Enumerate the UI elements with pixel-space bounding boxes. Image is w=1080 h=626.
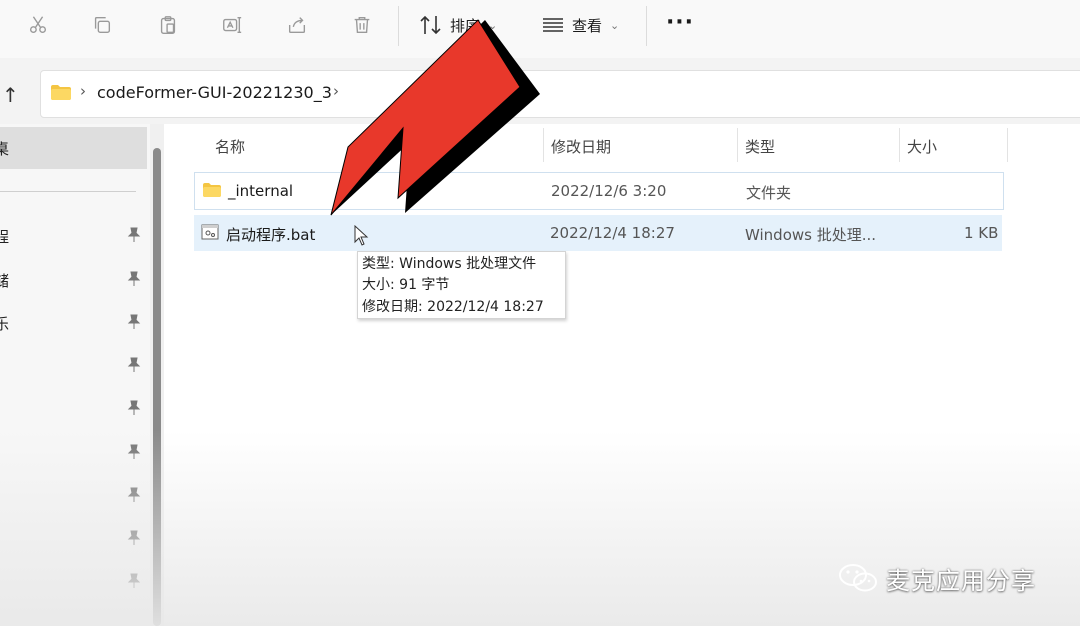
more-icon[interactable]: ··· bbox=[664, 10, 696, 40]
nav-item-label[interactable]: 储 bbox=[0, 270, 9, 291]
file-type: Windows 批处理... bbox=[745, 226, 877, 244]
cut-icon[interactable] bbox=[23, 10, 53, 40]
column-header-name[interactable]: 名称 bbox=[215, 136, 245, 157]
watermark-text: 麦克应用分享 bbox=[886, 566, 1036, 595]
toolbar-divider bbox=[646, 6, 647, 46]
view-icon bbox=[543, 18, 563, 32]
breadcrumb-separator[interactable]: › bbox=[333, 82, 339, 100]
nav-item-label[interactable]: 乐 bbox=[0, 313, 9, 334]
nav-item-selected[interactable] bbox=[0, 127, 147, 169]
column-divider[interactable] bbox=[899, 128, 900, 162]
file-row-selected[interactable]: 启动程序.bat 2022/12/4 18:27 Windows 批处理... … bbox=[194, 215, 1002, 251]
file-name: _internal bbox=[228, 182, 294, 200]
tooltip-type: 类型: Windows 批处理文件 bbox=[362, 256, 537, 272]
column-divider[interactable] bbox=[737, 128, 738, 162]
sort-icon bbox=[420, 15, 441, 35]
pin-icon[interactable] bbox=[127, 400, 141, 416]
delete-icon[interactable] bbox=[347, 10, 377, 40]
nav-item-label: 桌 bbox=[0, 140, 10, 158]
bottom-fade bbox=[0, 430, 1080, 626]
sort-menu-button[interactable]: 排序 ⌄ bbox=[418, 10, 497, 40]
wechat-icon bbox=[839, 564, 877, 592]
view-menu-button[interactable]: 查看 ⌄ bbox=[540, 10, 619, 40]
toolbar-divider bbox=[398, 6, 399, 46]
column-header-modified[interactable]: 修改日期 bbox=[551, 136, 611, 157]
column-header-size[interactable]: 大小 bbox=[907, 136, 937, 157]
watermark: 麦克应用分享 bbox=[838, 560, 1036, 596]
file-modified: 2022/12/6 3:20 bbox=[551, 182, 667, 200]
nav-divider bbox=[0, 191, 136, 192]
share-icon[interactable] bbox=[282, 10, 312, 40]
column-divider[interactable] bbox=[1007, 128, 1008, 162]
column-header-type[interactable]: 类型 bbox=[745, 136, 775, 157]
nav-item-label[interactable]: 程 bbox=[0, 226, 9, 247]
view-label: 查看 bbox=[572, 16, 603, 35]
pin-icon[interactable] bbox=[127, 357, 141, 373]
batch-file-icon bbox=[201, 224, 219, 240]
column-divider[interactable] bbox=[543, 128, 544, 162]
mouse-cursor-icon bbox=[354, 225, 369, 246]
pin-icon[interactable] bbox=[127, 227, 141, 243]
chevron-down-icon: ⌄ bbox=[610, 18, 620, 32]
paste-icon[interactable] bbox=[153, 10, 183, 40]
sort-label: 排序 bbox=[450, 16, 481, 35]
file-row[interactable]: _internal 2022/12/6 3:20 文件夹 bbox=[194, 172, 1004, 210]
sort-caret-icon: ︿ bbox=[369, 125, 379, 136]
rename-icon[interactable] bbox=[217, 10, 247, 40]
breadcrumb-separator[interactable]: › bbox=[80, 82, 86, 100]
folder-icon bbox=[51, 85, 71, 100]
tooltip-date: 修改日期: 2022/12/4 18:27 bbox=[362, 299, 544, 315]
copy-icon[interactable] bbox=[87, 10, 117, 40]
pin-icon[interactable] bbox=[127, 314, 141, 330]
up-arrow-icon[interactable]: ↑ bbox=[2, 84, 24, 106]
command-bar: 排序 ⌄ 查看 ⌄ ··· bbox=[0, 0, 1080, 59]
file-type: 文件夹 bbox=[746, 184, 792, 202]
chevron-down-icon: ⌄ bbox=[488, 18, 498, 32]
folder-icon bbox=[203, 183, 221, 197]
file-size: 1 KB bbox=[964, 224, 999, 242]
file-modified: 2022/12/4 18:27 bbox=[550, 224, 675, 242]
pin-icon[interactable] bbox=[127, 271, 141, 287]
breadcrumb-item[interactable]: codeFormer-GUI-20221230_3 bbox=[97, 83, 332, 102]
file-info-tooltip: 类型: Windows 批处理文件 大小: 91 字节 修改日期: 2022/1… bbox=[357, 251, 566, 319]
file-name: 启动程序.bat bbox=[226, 226, 316, 244]
tooltip-size: 大小: 91 字节 bbox=[362, 277, 450, 293]
